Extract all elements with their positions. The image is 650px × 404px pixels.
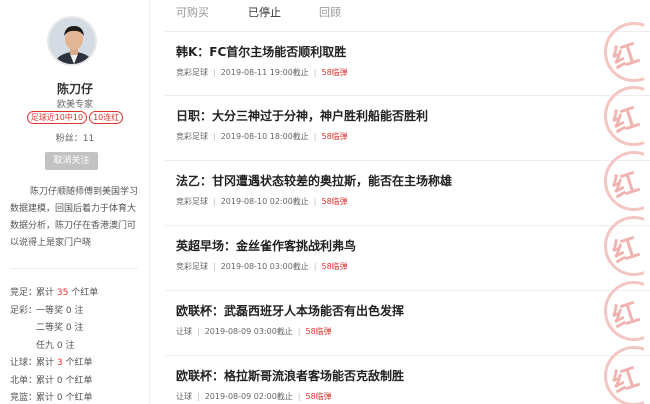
stat-row: 让球：累计 3 个红单 xyxy=(10,358,93,368)
red-result-stamp-icon: 红 xyxy=(600,346,644,404)
article-meta: 竞彩足球 | 2019-08-10 18:00截止 | 58临弹 xyxy=(176,132,348,141)
stat-row: 竞足：累计 35 个红单 xyxy=(10,288,99,298)
badge-streak: 10连红 xyxy=(89,111,124,124)
article-meta: 让球 | 2019-08-09 02:00截止 | 58临弹 xyxy=(176,392,332,401)
expert-sidebar: 陈刀仔 欧美专家 足球近10中10 10连红 粉丝：11 取消关注 陈刀仔顺随师… xyxy=(0,0,150,404)
badge-recent-record: 足球近10中10 xyxy=(26,111,88,124)
expert-title: 欧美专家 xyxy=(56,100,93,110)
list-item[interactable]: 法乙：甘冈遭遇状态较差的奥拉斯，能否在主场称雄 竞彩足球 | 2019-08-10 … xyxy=(165,151,650,226)
avatar[interactable] xyxy=(47,16,97,66)
article-title[interactable]: 日职：大分三神过于分神，神户胜利船能否胜利 xyxy=(176,107,428,124)
article-list: 韩K：FC首尔主场能否顺利取胜 竞彩足球 | 2019-08-11 19:00截止 |… xyxy=(165,22,650,404)
expert-intro: 陈刀仔顺随师傅到美国学习数据建模，回国后着力于体育大数据分析，陈刀仔在香港澳门可… xyxy=(10,187,139,248)
red-result-stamp-icon: 红 xyxy=(600,22,644,82)
article-meta: 竞彩足球 | 2019-08-10 03:00截止 | 58临弹 xyxy=(176,262,348,271)
tab-stopped[interactable]: 已停止 xyxy=(248,4,281,20)
article-title[interactable]: 欧联杯：格拉斯哥流浪者客场能否克敌制胜 xyxy=(176,367,404,384)
article-meta: 竞彩足球 | 2019-08-10 02:00截止 | 58临弹 xyxy=(176,197,348,206)
record-stats: 竞足：累计 35 个红单 足彩：一等奖 0 注 二等奖 0 注 任九 0 注 让… xyxy=(10,285,145,404)
avatar-image xyxy=(49,18,95,64)
article-title[interactable]: 法乙：甘冈遭遇状态较差的奥拉斯，能否在主场称雄 xyxy=(176,172,452,189)
list-item[interactable]: 欧联杯：格拉斯哥流浪者客场能否克敌制胜 让球 | 2019-08-09 02:00截… xyxy=(165,346,650,404)
unfollow-button[interactable]: 取消关注 xyxy=(45,152,98,170)
stat-row: 竞篮：累计 0 个红单 xyxy=(10,393,93,403)
expert-name: 陈刀仔 xyxy=(56,82,93,96)
stat-row: 二等奖 0 注 xyxy=(36,323,84,333)
list-item[interactable]: 欧联杯：武磊西班牙人本场能否有出色发挥 让球 | 2019-08-09 03:00截… xyxy=(165,281,650,356)
stat-row: 足彩：一等奖 0 注 xyxy=(10,305,84,316)
red-result-stamp-icon: 红 xyxy=(600,216,644,276)
sidebar-divider xyxy=(10,268,138,269)
red-result-stamp-icon: 红 xyxy=(600,86,644,146)
article-title[interactable]: 韩K：FC首尔主场能否顺利取胜 xyxy=(176,43,346,60)
tab-review[interactable]: 回顾 xyxy=(319,4,341,20)
stat-row: 任九 0 注 xyxy=(36,340,75,351)
article-meta: 让球 | 2019-08-09 03:00截止 | 58临弹 xyxy=(176,327,332,336)
article-title[interactable]: 英超早场：金丝雀作客挑战利弗鸟 xyxy=(176,237,356,254)
tab-available[interactable]: 可购买 xyxy=(176,4,209,20)
list-item[interactable]: 日职：大分三神过于分神，神户胜利船能否胜利 竞彩足球 | 2019-08-10 18… xyxy=(165,86,650,161)
badge-group: 足球近10中10 10连红 xyxy=(0,111,150,124)
fan-count: 粉丝：11 xyxy=(55,134,95,144)
article-title[interactable]: 欧联杯：武磊西班牙人本场能否有出色发挥 xyxy=(176,302,404,319)
red-result-stamp-icon: 红 xyxy=(600,151,644,211)
red-result-stamp-icon: 红 xyxy=(600,281,644,341)
article-meta: 竞彩足球 | 2019-08-11 19:00截止 | 58临弹 xyxy=(176,68,348,77)
list-item[interactable]: 英超早场：金丝雀作客挑战利弗鸟 竞彩足球 | 2019-08-10 03:00截止 |… xyxy=(165,216,650,291)
stat-row: 北单：累计 0 个红单 xyxy=(10,375,93,386)
list-item[interactable]: 韩K：FC首尔主场能否顺利取胜 竞彩足球 | 2019-08-11 19:00截止 |… xyxy=(165,22,650,96)
